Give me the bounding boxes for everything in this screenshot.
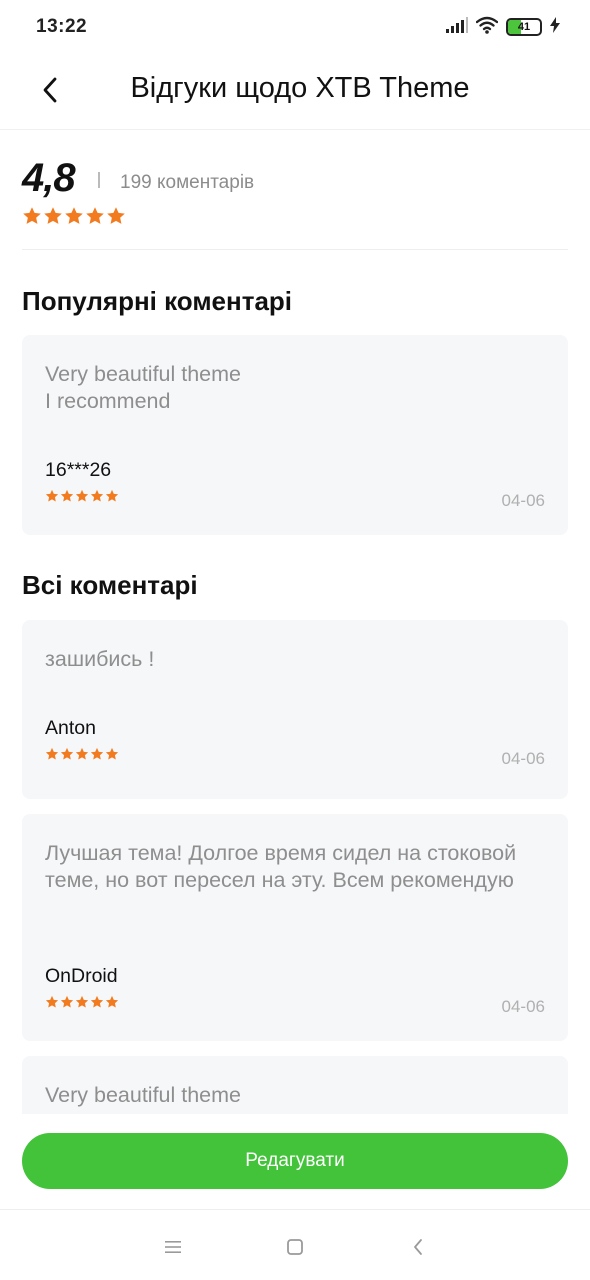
star-icon — [105, 995, 119, 1008]
star-icon — [107, 207, 125, 224]
app-header: Відгуки щодо XTB Theme — [0, 56, 590, 130]
comment-author: OnDroid — [45, 965, 118, 987]
comment-author: 16***26 — [45, 459, 112, 481]
comment-card[interactable]: зашибись ! Anton 04-06 — [22, 620, 568, 799]
comment-text: Very beautiful theme — [45, 1083, 242, 1107]
star-icon — [90, 747, 104, 760]
home-square-icon — [287, 1239, 303, 1255]
all-comments-title: Всі коментарі — [22, 570, 198, 600]
rating-stars — [22, 206, 126, 226]
star-icon — [44, 207, 62, 224]
comment-stars — [45, 995, 119, 1009]
star-icon — [90, 995, 104, 1008]
star-icon — [75, 747, 89, 760]
comment-stars — [45, 747, 119, 761]
system-back-button[interactable] — [403, 1232, 433, 1262]
star-icon — [75, 995, 89, 1008]
comment-count: 199 коментарів — [120, 172, 255, 193]
comment-text: Very beautiful theme I recommend — [45, 362, 242, 413]
star-icon — [60, 995, 74, 1008]
star-icon — [105, 747, 119, 760]
star-icon — [45, 747, 59, 760]
scroll-area[interactable]: Відгуки щодо XTB Theme 4,8 199 коментарі… — [0, 0, 590, 1114]
star-icon — [45, 995, 59, 1008]
star-icon — [45, 489, 59, 502]
rating-summary: 4,8 199 коментарів — [22, 152, 568, 250]
comment-card[interactable]: Лучшая тема! Долгое время сидел на стоко… — [22, 814, 568, 1041]
back-icon — [414, 1239, 422, 1255]
star-icon — [23, 207, 41, 224]
battery-level: 41 — [517, 21, 531, 33]
star-icon — [86, 207, 104, 224]
popular-section-title: Популярні коментарі — [22, 286, 293, 316]
menu-button[interactable] — [158, 1232, 188, 1262]
star-icon — [90, 489, 104, 502]
edit-review-button[interactable]: Редагувати — [22, 1133, 568, 1189]
comment-card[interactable]: Very beautiful theme I recommend 16***26… — [22, 335, 568, 535]
home-button[interactable] — [280, 1232, 310, 1262]
star-icon — [60, 747, 74, 760]
comment-text: зашибись ! — [45, 647, 155, 671]
star-icon — [60, 489, 74, 502]
comment-date: 04-06 — [501, 997, 545, 1016]
comment-text: Лучшая тема! Долгое время сидел на стоко… — [45, 841, 517, 892]
menu-icon — [165, 1241, 181, 1253]
comment-stars — [45, 489, 119, 503]
star-icon — [75, 489, 89, 502]
comment-card[interactable]: Very beautiful theme — [22, 1056, 568, 1114]
star-icon — [65, 207, 83, 224]
page-title: Відгуки щодо XTB Theme — [130, 72, 470, 104]
comment-author: Anton — [45, 717, 96, 739]
average-rating: 4,8 — [22, 156, 76, 200]
comment-date: 04-06 — [501, 749, 545, 768]
comment-date: 04-06 — [501, 491, 545, 510]
star-icon — [105, 489, 119, 502]
divider — [98, 172, 100, 188]
system-nav-bar — [0, 1209, 590, 1280]
